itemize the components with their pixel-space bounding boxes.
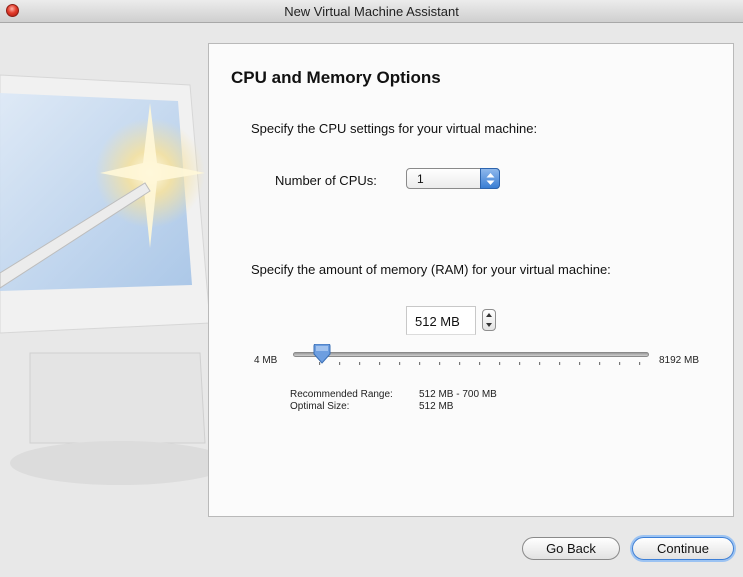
slider-tick [519,362,521,365]
optimal-size-value: 512 MB [419,401,454,412]
slider-tick [359,362,361,365]
slider-tick [559,362,561,365]
window-title: New Virtual Machine Assistant [284,4,459,19]
slider-tick [539,362,541,365]
slider-tick [479,362,481,365]
monitor-wand-illustration [0,74,230,485]
slider-tick [459,362,461,365]
slider-tick [499,362,501,365]
slider-tick [419,362,421,365]
assistant-window: New Virtual Machine Assistant CPU and Me… [0,0,743,577]
slider-tick [599,362,601,365]
slider-tick [579,362,581,365]
memory-slider-knob[interactable] [313,344,331,364]
slider-tick [439,362,441,365]
continue-button[interactable]: Continue [632,537,734,560]
go-back-button[interactable]: Go Back [522,537,620,560]
slider-ticks [319,362,641,365]
slider-max-label: 8192 MB [659,355,700,366]
optimal-size-label: Optimal Size: [290,401,350,412]
recommended-range-value: 512 MB - 700 MB [419,389,497,400]
slider-tick [399,362,401,365]
slider-tick [379,362,381,365]
slider-tick [639,362,641,365]
slider-tick [339,362,341,365]
recommended-range-label: Recommended Range: [290,389,393,400]
slider-tick [619,362,621,365]
title-bar[interactable]: New Virtual Machine Assistant [0,0,743,23]
content-panel: CPU and Memory Options Specify the CPU s… [208,43,734,517]
